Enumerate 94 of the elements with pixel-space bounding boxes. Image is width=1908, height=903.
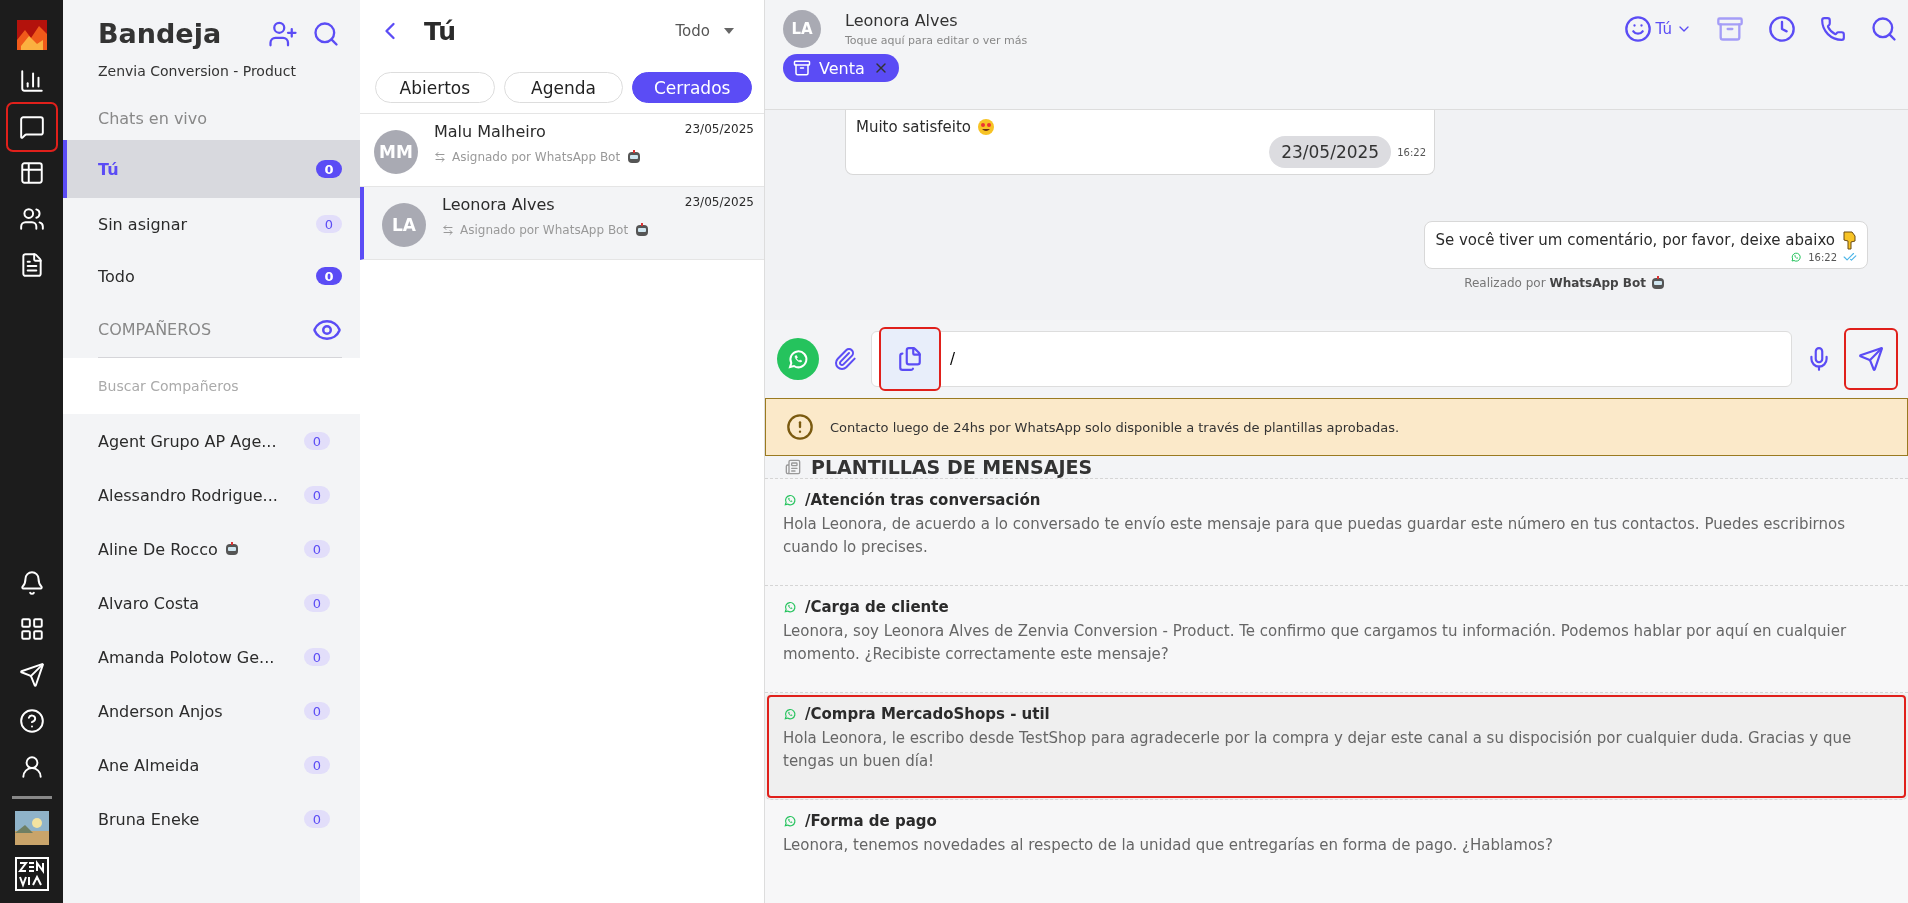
avatar: LA bbox=[783, 10, 821, 48]
assignment-note: Asignado por WhatsApp Bot bbox=[452, 150, 621, 164]
search-field[interactable]: Buscar Compañeros bbox=[63, 358, 360, 414]
message-text: Muito satisfeito bbox=[856, 118, 972, 136]
template-name: /Atención tras conversación bbox=[805, 491, 1041, 509]
send-icon bbox=[1858, 346, 1884, 372]
chat-date: 23/05/2025 bbox=[684, 122, 754, 136]
contact-name: Leonora Alves bbox=[442, 195, 556, 214]
teammate-item[interactable]: Ane Almeida 0 bbox=[63, 738, 360, 792]
chat-item[interactable]: LA Leonora Alves 23/05/2025 Asignado por WhatsApp Bot bbox=[360, 187, 764, 260]
section-title: PLANTILLAS DE MENSAJES bbox=[811, 456, 1093, 478]
clock-icon[interactable] bbox=[1768, 15, 1796, 43]
count-badge: 0 bbox=[316, 160, 342, 178]
app-logo bbox=[16, 20, 47, 50]
whatsapp-icon bbox=[783, 493, 797, 507]
template-text: Leonora, tenemos novedades al respecto de la unidad que entregarías en forma de pago. ¿Hablamos? bbox=[783, 835, 1554, 856]
robot-icon bbox=[1650, 275, 1666, 291]
copy-icon bbox=[897, 346, 923, 372]
account-name: Zenvia Conversion - Product bbox=[97, 62, 297, 79]
teammate-item[interactable]: Aline De Rocco 0 bbox=[63, 522, 360, 576]
tag-label: Venta bbox=[819, 58, 865, 78]
warning-text: Contacto luego de 24hs por WhatsApp solo disponible a través de plantillas aprobadas. bbox=[830, 419, 1400, 435]
count-badge: 0 bbox=[304, 540, 330, 558]
teammate-item[interactable]: Alvaro Costa 0 bbox=[63, 576, 360, 630]
pointing-down-hand-icon bbox=[1841, 230, 1857, 250]
message-time: 16:22 bbox=[1808, 251, 1837, 263]
paperclip-icon[interactable] bbox=[833, 347, 857, 371]
teammate-item[interactable]: Amanda Polotow Ge... 0 bbox=[63, 630, 360, 684]
section-label: Chats en vivo bbox=[97, 108, 209, 130]
search-icon[interactable] bbox=[1870, 15, 1898, 43]
template-name: /Carga de cliente bbox=[805, 598, 949, 616]
agent-dropdown[interactable]: Tú bbox=[1623, 15, 1692, 43]
transfer-icon bbox=[442, 224, 454, 236]
whatsapp-icon bbox=[783, 707, 797, 721]
whatsapp-icon bbox=[783, 600, 797, 614]
sender-note: Realizado por WhatsApp Bot bbox=[1464, 276, 1646, 290]
avatar: LA bbox=[382, 203, 426, 247]
template-text: Hola Leonora, de acuerdo a lo conversado te envío este mensaje para que puedas guardar este número en tus contactos. Puedes escribirnos cuando lo precises. bbox=[783, 514, 1846, 558]
count-badge: 0 bbox=[304, 486, 330, 504]
teammate-item[interactable]: Agent Grupo AP Age... 0 bbox=[63, 414, 360, 468]
status-tab[interactable]: Abiertos bbox=[375, 72, 495, 103]
count-badge: 0 bbox=[304, 756, 330, 774]
search-icon[interactable] bbox=[312, 19, 340, 48]
whatsapp-icon bbox=[1790, 251, 1803, 263]
count-badge: 0 bbox=[304, 810, 330, 828]
transfer-icon bbox=[434, 151, 446, 163]
template-item[interactable]: /Compra MercadoShops - util Hola Leonora, le escribo desde TestShop para agradecerle por la compra y dejar este canal a su dispocisión por cualquier duda. Gracias y que tengas un buen día! bbox=[765, 693, 1908, 800]
inbox-view-item[interactable]: Sin asignar 0 bbox=[63, 198, 360, 250]
template-text: Hola Leonora, le escribo desde TestShop para agradecerle por la compra y dejar este canal a su dispocisión por cualquier duda. Gracias y que tengas un buen día! bbox=[783, 728, 1853, 772]
chat-icon[interactable] bbox=[7, 104, 56, 150]
alert-icon bbox=[786, 413, 814, 441]
count-badge: 0 bbox=[316, 215, 342, 233]
template-name: /Forma de pago bbox=[805, 812, 937, 830]
inbox-view-item[interactable]: Todo 0 bbox=[63, 250, 360, 302]
templates-button[interactable] bbox=[881, 329, 939, 389]
section-label: COMPAÑEROS bbox=[98, 320, 213, 339]
teammate-item[interactable]: Alessandro Rodrigue... 0 bbox=[63, 468, 360, 522]
chat-date: 23/05/2025 bbox=[684, 195, 754, 209]
whatsapp-icon bbox=[783, 814, 797, 828]
archive-icon bbox=[793, 59, 811, 77]
count-badge: 0 bbox=[304, 648, 330, 666]
assignment-note: Asignado por WhatsApp Bot bbox=[460, 223, 629, 237]
robot-icon bbox=[634, 222, 651, 238]
status-tab[interactable]: Agenda bbox=[503, 72, 624, 103]
brand-logo bbox=[14, 857, 49, 891]
robot-icon bbox=[626, 149, 643, 165]
phone-icon[interactable] bbox=[1820, 16, 1846, 42]
star-eyed-face-icon bbox=[977, 118, 996, 136]
count-badge: 0 bbox=[304, 594, 330, 612]
template-text: Leonora, soy Leonora Alves de Zenvia Conversion - Product. Te confirmo que cargamos tu información. Podemos hablar por aquí en cualquier momento. ¿Recibiste correctamente este mensaje? bbox=[783, 621, 1848, 665]
count-badge: 0 bbox=[304, 702, 330, 720]
list-title: Tú bbox=[424, 16, 458, 46]
status-tab[interactable]: Cerrados bbox=[632, 72, 752, 103]
teammate-item[interactable]: Bruna Eneke 0 bbox=[63, 792, 360, 846]
inbox-view-item[interactable]: Tú 0 bbox=[63, 140, 360, 198]
count-badge: 0 bbox=[316, 267, 342, 285]
contact-name: Malu Malheiro bbox=[434, 122, 547, 141]
templates-icon bbox=[785, 459, 801, 475]
template-name: /Compra MercadoShops - util bbox=[805, 705, 1050, 723]
smiley-icon bbox=[1623, 15, 1652, 43]
panel-title: Bandeja bbox=[98, 18, 223, 49]
caret-icon bbox=[724, 28, 734, 34]
message-time: 16:22 bbox=[1397, 146, 1426, 158]
message-text: Se você tiver um comentário, por favor, deixe abaixo bbox=[1435, 231, 1835, 249]
count-badge: 0 bbox=[304, 432, 330, 450]
contact-hint: Toque aquí para editar o ver más bbox=[845, 34, 1029, 47]
filter-dropdown[interactable]: Todo bbox=[675, 22, 734, 40]
teammate-item[interactable]: Anderson Anjos 0 bbox=[63, 684, 360, 738]
date-chip: 23/05/2025 bbox=[1269, 136, 1392, 168]
whatsapp-icon bbox=[786, 347, 810, 371]
send-button[interactable] bbox=[1846, 330, 1896, 388]
avatar: MM bbox=[374, 130, 418, 174]
message-field[interactable]: / bbox=[871, 331, 1792, 387]
contact-name: Leonora Alves bbox=[845, 11, 959, 30]
